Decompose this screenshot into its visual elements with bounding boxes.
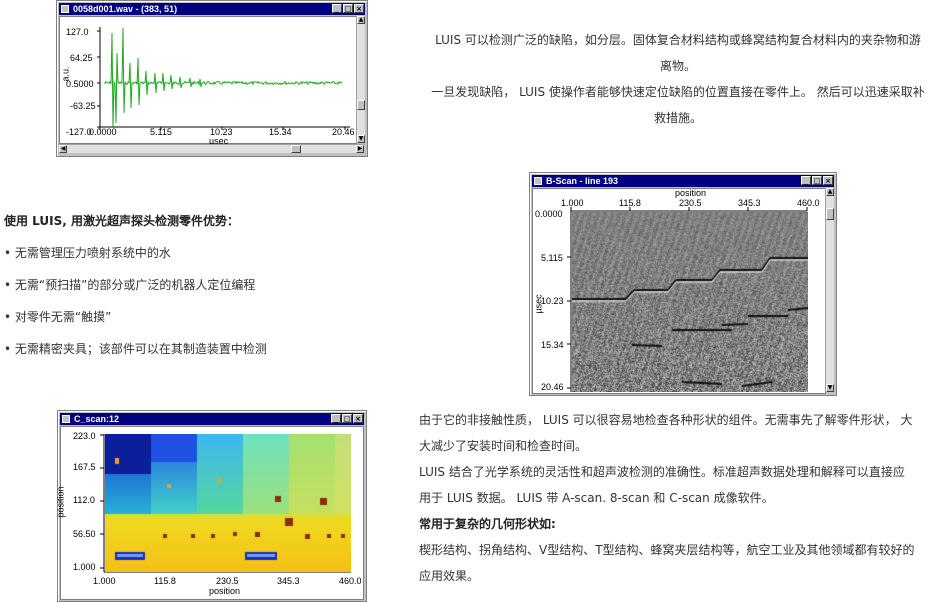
cscan-plot-area: 223.0 167.5 112.0 56.50 1.000 position 1… xyxy=(56,426,364,600)
ascan-horizontal-scrollbar[interactable]: ◀ ▶ xyxy=(59,144,364,153)
text-line: 用于 LUIS 数据。 LUIS 带 A-scan. 8-scan 和 C-sc… xyxy=(419,491,774,505)
ascan-x-tick: 20.46 xyxy=(332,127,355,137)
scroll-down-button[interactable]: ▼ xyxy=(826,384,834,392)
bscan-plot-area: position 1.000 115.8 230.5 345.3 460.0 0… xyxy=(532,188,826,394)
text-line: 应用效果。 xyxy=(419,569,480,583)
scroll-up-button[interactable]: ▲ xyxy=(826,188,834,196)
scroll-left-button[interactable]: ◀ xyxy=(59,145,67,153)
ascan-x-tick: 5.115 xyxy=(150,127,172,137)
minimize-button[interactable]: _ xyxy=(331,414,341,423)
text-line: 由于它的非接触性质， LUIS 可以很容易地检查各种形状的组件。无需事先了解零件… xyxy=(419,413,913,427)
ascan-plot-area: 127.0 64.25 0.5000 -63.25 -127.0 a.u. xyxy=(59,16,357,144)
text-line: LUIS 结合了光学系统的灵活性和超声波检测的准确性。标准超声数据处理和解释可以… xyxy=(419,465,905,479)
cscan-window: C_scan:12 _ □ × 223.0 167.5 112.0 56.50 … xyxy=(56,410,367,602)
close-button[interactable]: × xyxy=(354,4,364,13)
minimize-button[interactable]: _ xyxy=(801,176,811,185)
list-item: • 无需“预扫描”的部分或广泛的机器人定位编程 xyxy=(4,278,256,292)
app-icon xyxy=(62,415,70,423)
text-line: 大减少了安装时间和检查时间。 xyxy=(419,439,588,453)
text-line: LUIS 可以检测广泛的缺陷，如分层。固体复合材料结构或蜂窝结构复合材料内的夹杂… xyxy=(435,33,921,47)
ascan-x-tick: 0.0000 xyxy=(89,127,117,137)
advantages-section: 使用 LUIS, 用激光超声探头检测零件优势： • 无需管理压力喷射系统中的水 … xyxy=(4,205,404,365)
cscan-image xyxy=(105,434,351,572)
minimize-button[interactable]: _ xyxy=(332,4,342,13)
scroll-thumb[interactable] xyxy=(291,145,301,153)
geometry-heading: 常用于复杂的几何形状如: xyxy=(419,517,556,531)
bscan-titlebar[interactable]: B-Scan - line 193 _ □ × xyxy=(532,175,834,187)
ascan-chart xyxy=(97,27,350,130)
scroll-down-button[interactable]: ▼ xyxy=(357,135,365,143)
app-icon xyxy=(534,177,542,185)
text-line: 救措施。 xyxy=(653,111,702,125)
scroll-right-button[interactable]: ▶ xyxy=(356,145,364,153)
bscan-image xyxy=(572,212,808,392)
ascan-x-tick: 15.34 xyxy=(269,127,292,137)
text-line: 离物。 xyxy=(659,59,696,73)
paragraph-intro: LUIS 可以检测广泛的缺陷，如分层。固体复合材料结构或蜂窝结构复合材料内的夹杂… xyxy=(410,27,946,131)
close-button[interactable]: × xyxy=(353,414,363,423)
list-item: • 无需管理压力喷射系统中的水 xyxy=(4,246,171,260)
maximize-button[interactable]: □ xyxy=(342,414,352,423)
ascan-title: 0058d001.wav - (383, 51) xyxy=(73,4,178,14)
ascan-signal xyxy=(103,27,343,129)
app-icon xyxy=(61,5,69,13)
cscan-title: C_scan:12 xyxy=(74,414,120,424)
cscan-titlebar[interactable]: C_scan:12 _ □ × xyxy=(60,413,364,425)
ascan-vertical-scrollbar[interactable]: ▲ ▼ xyxy=(356,16,365,143)
paragraph-benefits: 由于它的非接触性质， LUIS 可以很容易地检查各种形状的组件。无需事先了解零件… xyxy=(419,407,949,589)
bscan-window: B-Scan - line 193 _ □ × position 1.000 1… xyxy=(529,172,837,396)
scroll-thumb[interactable] xyxy=(826,208,834,220)
maximize-button[interactable]: □ xyxy=(812,176,822,185)
ascan-window: 0058d001.wav - (383, 51) _ □ × 127.0 64.… xyxy=(56,0,368,157)
list-item: • 对零件无需“触摸” xyxy=(4,310,112,324)
advantages-heading: 使用 LUIS, 用激光超声探头检测零件优势： xyxy=(4,214,239,228)
maximize-button[interactable]: □ xyxy=(343,4,353,13)
list-item: • 无需精密夹具；该部件可以在其制造装置中检测 xyxy=(4,342,267,356)
bscan-title: B-Scan - line 193 xyxy=(546,176,619,186)
ascan-titlebar[interactable]: 0058d001.wav - (383, 51) _ □ × xyxy=(59,3,365,15)
bscan-vertical-scrollbar[interactable]: ▲ ▼ xyxy=(825,188,834,392)
scroll-up-button[interactable]: ▲ xyxy=(357,16,365,24)
close-button[interactable]: × xyxy=(823,176,833,185)
scroll-thumb[interactable] xyxy=(357,100,365,110)
text-line: 楔形结构、拐角结构、V型结构、T型结构、蜂窝夹层结构等，航空工业及其他领域都有较… xyxy=(419,543,915,557)
text-line: 一旦发现缺陷， LUIS 使操作者能够快速定位缺陷的位置直接在零件上。 然后可以… xyxy=(431,85,925,99)
